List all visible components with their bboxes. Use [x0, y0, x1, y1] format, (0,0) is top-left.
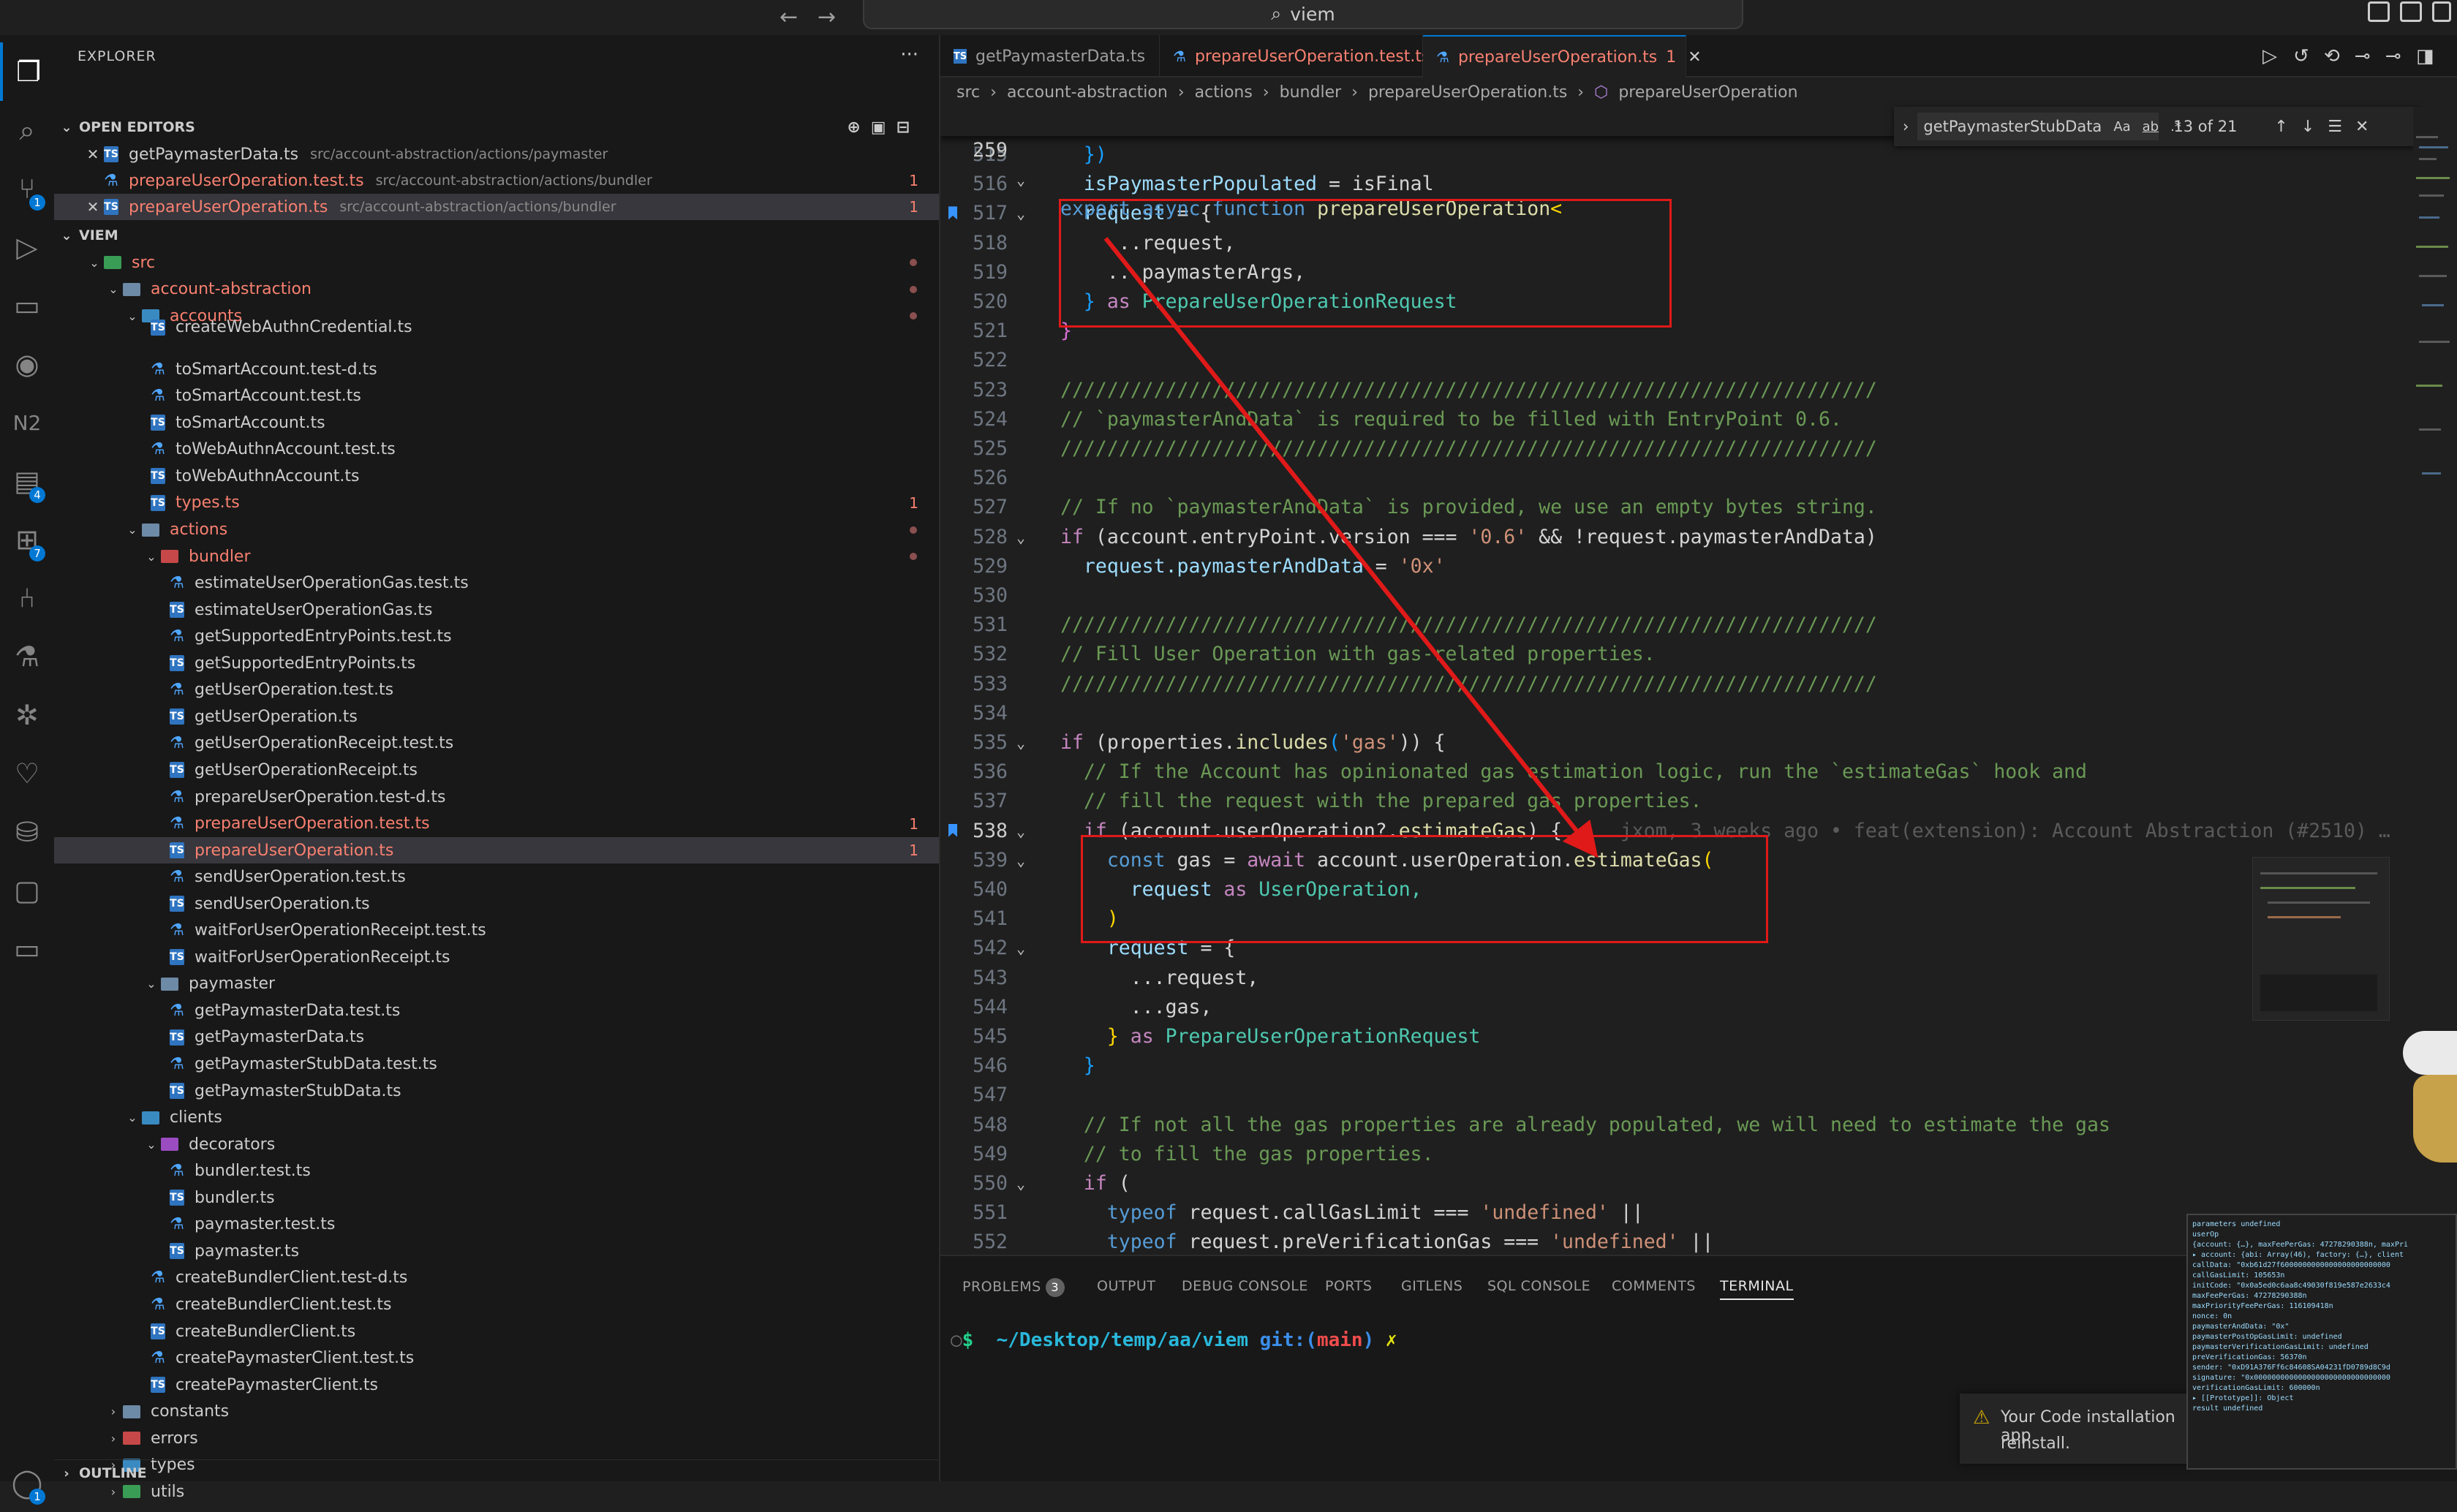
debug-line: sender: "0xD91A376Ff6c84608SA04231fD0789…: [2192, 1364, 2390, 1372]
folder-icon: [123, 1485, 140, 1499]
notification-toast[interactable]: ⚠ Your Code installation app reinstall.: [1960, 1394, 2194, 1464]
tab-problems[interactable]: PROBLEMS 3: [962, 1278, 1065, 1297]
debug-line: paymasterPostOpGasLimit: undefined: [2192, 1333, 2342, 1341]
preview-thumbnail: [2252, 857, 2390, 1021]
tab-terminal[interactable]: TERMINAL: [1720, 1278, 1794, 1300]
debug-line: initCode: "0x0a5ed0c6aa8c49030f819e587e2…: [2192, 1282, 2390, 1290]
debug-line: parameters undefined: [2192, 1220, 2281, 1228]
debug-line: callGasLimit: 105653n: [2192, 1271, 2285, 1279]
warning-icon: ⚠: [1973, 1407, 1990, 1429]
debug-line: result undefined: [2192, 1405, 2263, 1413]
debug-line: {account: {…}, maxFeePerGas: 47278290388…: [2192, 1241, 2409, 1249]
account-badge: 1: [29, 1489, 45, 1505]
notification-message-continued: reinstall.: [2001, 1434, 2070, 1453]
debug-variables-overlay: parameters undefined userOp {account: {…}…: [2186, 1214, 2457, 1470]
debug-line: preVerificationGas: 56370n: [2192, 1353, 2307, 1361]
debug-line: ▸ account: {abi: Array(46), factory: {…}…: [2192, 1251, 2404, 1259]
debug-line: paymasterAndData: "0x": [2192, 1323, 2290, 1331]
chevron-right-icon[interactable]: ›: [104, 1485, 123, 1499]
debug-line: maxFeePerGas: 47278290388n: [2192, 1292, 2307, 1300]
decorative-character-image: [2384, 1009, 2457, 1192]
tab-sql-console[interactable]: SQL CONSOLE: [1487, 1278, 1590, 1294]
debug-line: userOp: [2192, 1231, 2219, 1239]
debug-line: verificationGasLimit: 600000n: [2192, 1384, 2320, 1392]
debug-line: maxPriorityFeePerGas: 116109418n: [2192, 1302, 2333, 1310]
terminal-output[interactable]: ○$ ~/Desktop/temp/aa/viem git:(main) ✗: [951, 1329, 1397, 1351]
debug-line: ▸ [[Prototype]]: Object: [2192, 1394, 2294, 1402]
tab-output[interactable]: OUTPUT: [1097, 1278, 1155, 1294]
tab-gitlens[interactable]: GITLENS: [1401, 1278, 1462, 1294]
debug-line: nonce: 0n: [2192, 1312, 2233, 1320]
tab-debug-console[interactable]: DEBUG CONSOLE: [1182, 1278, 1308, 1294]
tab-ports[interactable]: PORTS: [1325, 1278, 1372, 1294]
debug-line: signature: "0x00000000000000000000000000…: [2192, 1374, 2390, 1382]
tab-comments[interactable]: COMMENTS: [1612, 1278, 1696, 1294]
debug-line: paymasterVerificationGasLimit: undefined: [2192, 1343, 2369, 1351]
debug-line: callData: "0xb61d27f60000000000000000000…: [2192, 1261, 2390, 1269]
